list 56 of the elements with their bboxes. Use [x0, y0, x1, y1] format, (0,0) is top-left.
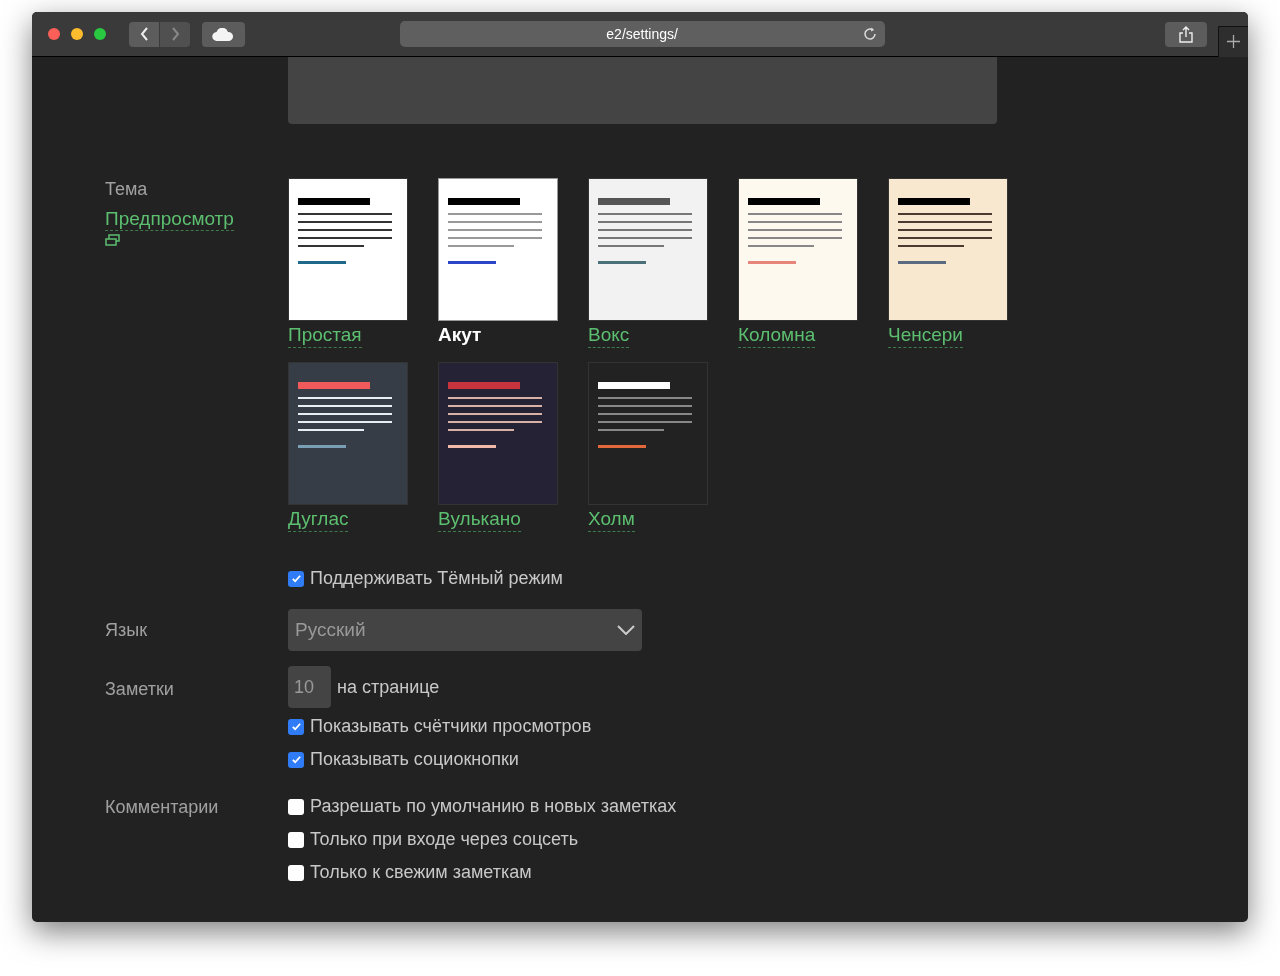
dropdown-value: Русский	[295, 617, 366, 642]
field-suffix: на странице	[337, 675, 440, 699]
chevron-left-icon	[139, 27, 149, 41]
theme-name[interactable]: Акут	[438, 323, 482, 347]
theme-preview[interactable]	[438, 178, 558, 321]
theme-preview[interactable]	[438, 362, 558, 505]
theme-name[interactable]: Дуглас	[288, 507, 349, 532]
cloud-icon	[212, 27, 235, 41]
plus-icon	[1227, 35, 1241, 48]
checkbox[interactable]	[288, 570, 304, 587]
checkmark-icon	[290, 754, 302, 765]
checkbox-label: Разрешать по умолчанию в новых заметках	[310, 795, 677, 818]
checkmark-icon	[290, 721, 302, 732]
checkmark-icon	[290, 573, 302, 584]
theme-preview[interactable]	[888, 178, 1008, 321]
checkbox-label: Только при входе через соцсеть	[310, 828, 579, 851]
theme-name[interactable]: Вулькано	[438, 507, 521, 532]
theme-name[interactable]: Коломна	[738, 323, 816, 348]
checkbox-label: Показывать социокнопки	[310, 748, 519, 771]
theme-name[interactable]: Вокс	[588, 323, 630, 348]
section-label: Тема	[105, 178, 149, 200]
back-button[interactable]	[129, 21, 159, 47]
windows-icon[interactable]	[105, 234, 121, 246]
minimize-icon[interactable]	[71, 28, 83, 40]
theme-name[interactable]: Простая	[288, 323, 362, 348]
close-icon[interactable]	[48, 28, 60, 40]
field-value: 10	[294, 675, 315, 699]
section-label: Комментарии	[105, 796, 220, 819]
theme-preview[interactable]	[738, 178, 858, 321]
theme-preview[interactable]	[588, 362, 708, 505]
theme-name[interactable]: Холм	[588, 507, 635, 532]
checkbox-label: Показывать счётчики просмотров	[310, 715, 592, 738]
theme-preview[interactable]	[288, 362, 408, 505]
checkbox[interactable]	[288, 751, 304, 768]
chevron-down-icon	[617, 625, 635, 635]
share-icon	[1178, 25, 1193, 43]
share-button[interactable]	[1164, 21, 1208, 47]
checkbox[interactable]	[288, 718, 304, 735]
address-text: e2/settings/	[606, 24, 678, 44]
chevron-right-icon	[170, 27, 180, 41]
checkbox-label: Только к свежим заметкам	[310, 861, 532, 884]
preview-link[interactable]: Предпросмотр	[105, 208, 234, 231]
new-tab-button[interactable]	[1218, 25, 1248, 57]
section-label: Язык	[105, 618, 149, 642]
theme-preview[interactable]	[288, 178, 408, 321]
theme-preview[interactable]	[588, 178, 708, 321]
checkbox[interactable]	[288, 798, 304, 815]
reload-icon[interactable]	[861, 26, 878, 42]
checkbox-label: Поддерживать Тёмный режим	[310, 567, 563, 590]
cloud-button[interactable]	[202, 21, 245, 47]
address-bar[interactable]: e2/settings/	[399, 21, 885, 47]
maximize-icon[interactable]	[94, 28, 106, 40]
theme-name[interactable]: Ченсери	[888, 323, 963, 348]
section-label: Заметки	[105, 678, 175, 701]
checkbox[interactable]	[288, 831, 304, 848]
checkbox[interactable]	[288, 864, 304, 881]
